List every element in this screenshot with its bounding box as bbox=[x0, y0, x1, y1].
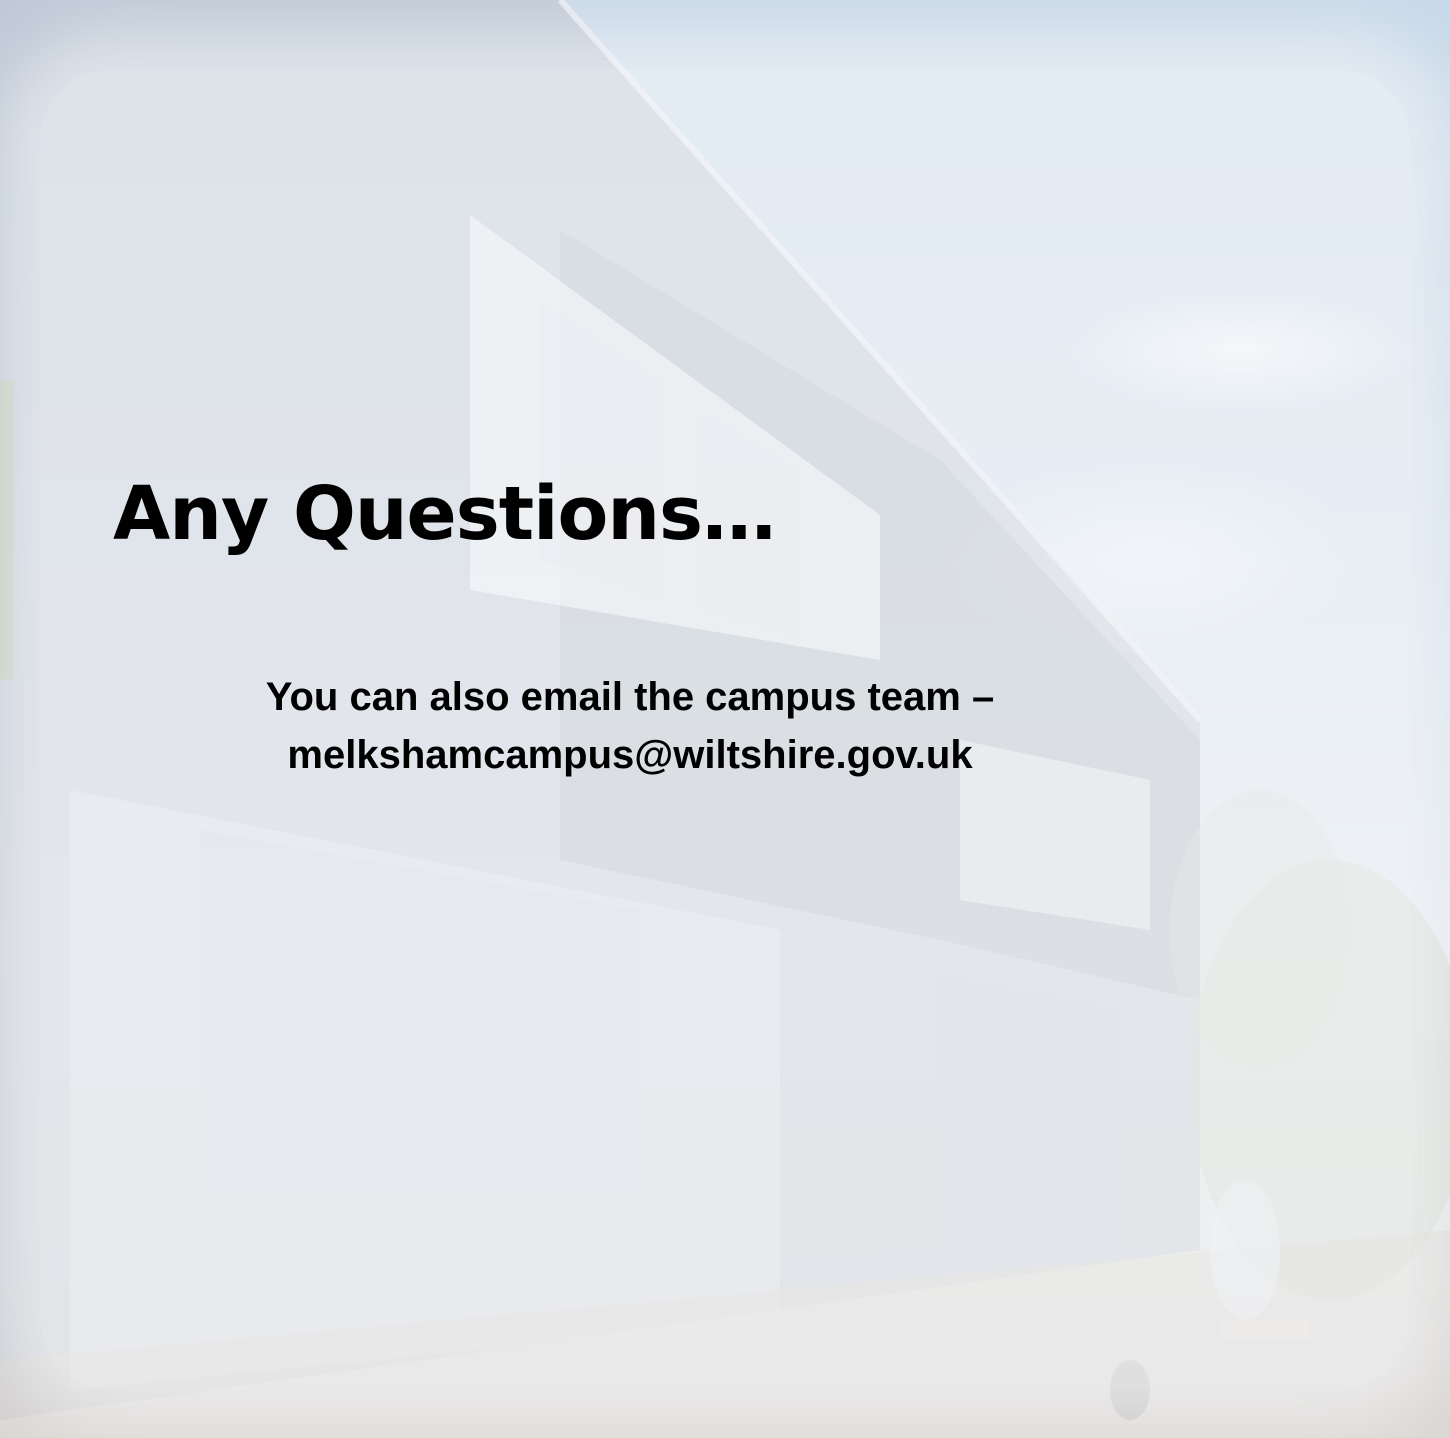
slide-title: Any Questions… bbox=[113, 471, 776, 557]
contact-line: You can also email the campus team – bbox=[265, 675, 995, 719]
contact-email: melkshamcampus@wiltshire.gov.uk bbox=[287, 733, 973, 777]
contact-text-block: You can also email the campus team – mel… bbox=[130, 668, 1130, 784]
slide: Any Questions… You can also email the ca… bbox=[0, 0, 1450, 1438]
